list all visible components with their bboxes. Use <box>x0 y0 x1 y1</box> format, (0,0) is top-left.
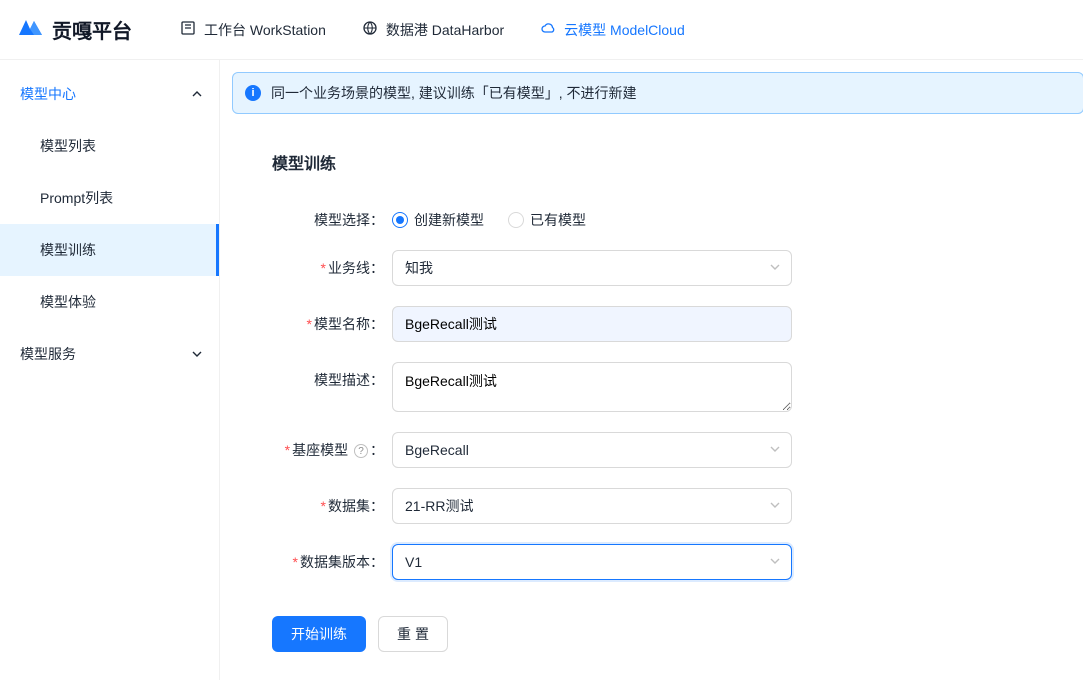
chevron-up-icon <box>191 88 203 100</box>
main-content: i 同一个业务场景的模型, 建议训练「已有模型」, 不进行新建 模型训练 模型选… <box>220 60 1083 680</box>
menu-group-model-center[interactable]: 模型中心 <box>0 68 219 120</box>
nav-tab-modelcloud[interactable]: 云模型 ModelCloud <box>540 12 685 48</box>
nav-tab-workstation[interactable]: 工作台 WorkStation <box>180 12 326 48</box>
panel-title: 模型训练 <box>272 150 1043 174</box>
row-model-choice: 模型选择： 创建新模型 已有模型 <box>272 202 1043 230</box>
menu-group-model-service[interactable]: 模型服务 <box>0 328 219 380</box>
chevron-down-icon <box>769 498 781 514</box>
reset-button[interactable]: 重置 <box>378 616 448 652</box>
form-panel: 模型训练 模型选择： 创建新模型 已有模型 <box>232 114 1083 676</box>
top-header: 贡嘎平台 工作台 WorkStation 数据港 DataHarbor 云模型 … <box>0 0 1083 60</box>
logo-icon <box>16 17 44 43</box>
form-actions: 开始训练 重置 <box>272 616 1043 652</box>
brand-text: 贡嘎平台 <box>52 15 132 44</box>
select-dataset[interactable]: 21-RR测试 <box>392 488 792 524</box>
sidebar-item-prompt-list[interactable]: Prompt列表 <box>0 172 219 224</box>
brand-logo: 贡嘎平台 <box>16 15 132 44</box>
sidebar-item-model-list[interactable]: 模型列表 <box>0 120 219 172</box>
select-base-model[interactable]: BgeRecall <box>392 432 792 468</box>
chevron-down-icon <box>191 348 203 360</box>
info-alert: i 同一个业务场景的模型, 建议训练「已有模型」, 不进行新建 <box>232 72 1083 114</box>
label-biz-line: *业务线： <box>272 250 384 278</box>
row-model-desc: 模型描述： <box>272 362 1043 412</box>
row-base-model: *基座模型 ?： BgeRecall <box>272 432 1043 468</box>
label-model-name: *模型名称： <box>272 306 384 334</box>
row-dataset: *数据集： 21-RR测试 <box>272 488 1043 524</box>
workstation-icon <box>180 20 196 39</box>
label-dataset-version: *数据集版本： <box>272 544 384 572</box>
globe-icon <box>362 20 378 39</box>
info-icon: i <box>245 85 261 101</box>
chevron-down-icon <box>769 554 781 570</box>
chevron-down-icon <box>769 442 781 458</box>
row-biz-line: *业务线： 知我 <box>272 250 1043 286</box>
alert-text: 同一个业务场景的模型, 建议训练「已有模型」, 不进行新建 <box>271 83 637 103</box>
radio-icon <box>392 212 408 228</box>
sidebar-item-model-training[interactable]: 模型训练 <box>0 224 219 276</box>
label-model-desc: 模型描述： <box>272 362 384 390</box>
select-dataset-version[interactable]: V1 <box>392 544 792 580</box>
label-model-choice: 模型选择： <box>272 202 384 230</box>
textarea-model-desc[interactable] <box>392 362 792 412</box>
cloud-icon <box>540 20 556 39</box>
submit-button[interactable]: 开始训练 <box>272 616 366 652</box>
radio-existing-model[interactable]: 已有模型 <box>508 210 586 230</box>
label-dataset: *数据集： <box>272 488 384 516</box>
sidebar-item-model-experience[interactable]: 模型体验 <box>0 276 219 328</box>
help-icon[interactable]: ? <box>354 444 368 458</box>
chevron-down-icon <box>769 260 781 276</box>
row-dataset-version: *数据集版本： V1 <box>272 544 1043 580</box>
row-model-name: *模型名称： <box>272 306 1043 342</box>
radio-icon <box>508 212 524 228</box>
input-model-name[interactable] <box>392 306 792 342</box>
nav-tabs: 工作台 WorkStation 数据港 DataHarbor 云模型 Model… <box>180 12 685 48</box>
radio-new-model[interactable]: 创建新模型 <box>392 210 484 230</box>
nav-tab-dataharbor[interactable]: 数据港 DataHarbor <box>362 12 504 48</box>
select-biz-line[interactable]: 知我 <box>392 250 792 286</box>
label-base-model: *基座模型 ?： <box>272 432 384 460</box>
sidebar: 模型中心 模型列表 Prompt列表 模型训练 模型体验 模型服务 <box>0 60 220 680</box>
